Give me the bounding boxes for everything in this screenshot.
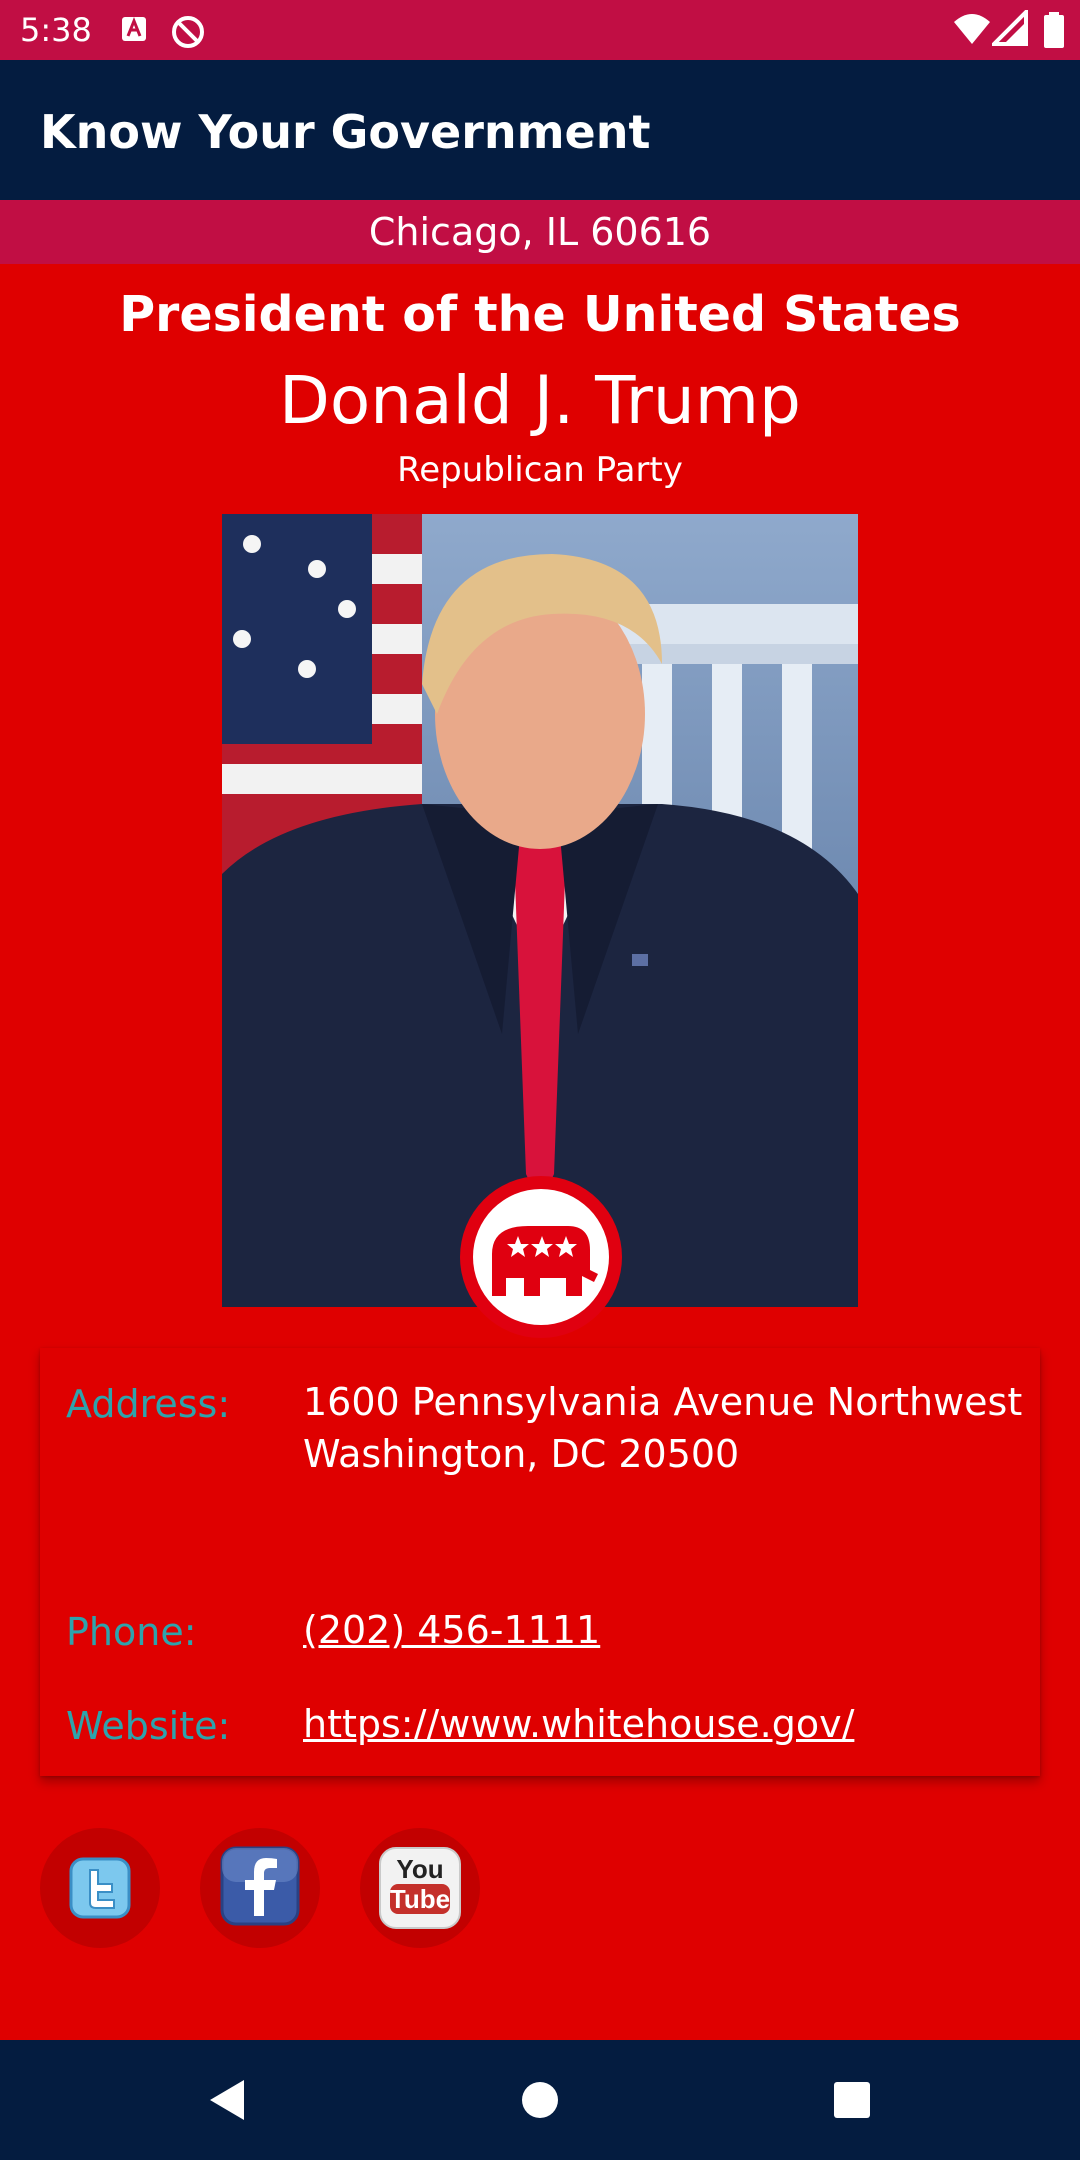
app-title: Know Your Government (40, 105, 651, 159)
office-title: President of the United States (119, 286, 961, 343)
official-name: Donald J. Trump (279, 362, 801, 439)
system-nav-bar (0, 2040, 1080, 2160)
sync-disabled-icon (172, 16, 204, 48)
website-label: Website: (66, 1704, 231, 1748)
twitter-button[interactable] (40, 1828, 160, 1948)
phone-label: Phone: (66, 1610, 197, 1654)
youtube-tube-text: Tube (389, 1884, 451, 1914)
phone-link[interactable]: (202) 456-1111 (303, 1604, 600, 1656)
youtube-you-text: You (396, 1854, 444, 1884)
address-line1: 1600 Pennsylvania Avenue Northwest (303, 1380, 1023, 1424)
back-icon[interactable] (206, 2078, 246, 2122)
wifi-icon (954, 14, 990, 44)
location-bar: Chicago, IL 60616 (0, 200, 1080, 264)
twitter-icon (69, 1857, 131, 1919)
battery-icon (1044, 12, 1064, 48)
website-link[interactable]: https://www.whitehouse.gov/ (303, 1698, 854, 1750)
recents-icon[interactable] (833, 2081, 871, 2119)
address-label: Address: (66, 1382, 231, 1426)
contact-details-card: Address: 1600 Pennsylvania Avenue Northw… (40, 1348, 1040, 1776)
status-time: 5:38 (20, 11, 92, 49)
address-value[interactable]: 1600 Pennsylvania Avenue Northwest Washi… (303, 1376, 1022, 1480)
youtube-button[interactable]: You Tube (360, 1828, 480, 1948)
party-name: Republican Party (397, 450, 683, 490)
a-badge-icon (122, 16, 146, 41)
facebook-button[interactable] (200, 1828, 320, 1948)
address-line2: Washington, DC 20500 (303, 1432, 740, 1476)
signal-icon (992, 10, 1028, 46)
republican-elephant-icon (460, 1176, 622, 1338)
app-bar: Know Your Government (0, 60, 1080, 200)
status-bar: 5:38 (0, 0, 1080, 60)
facebook-icon (220, 1846, 300, 1926)
home-icon[interactable] (521, 2081, 559, 2119)
